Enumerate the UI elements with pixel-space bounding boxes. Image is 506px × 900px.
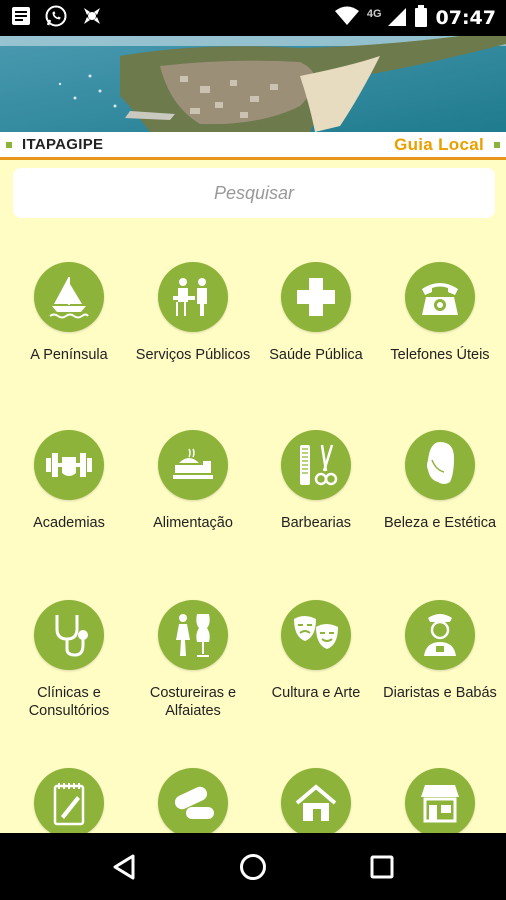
category-tile[interactable]: Diaristas e Babás [377, 600, 503, 702]
back-icon [113, 854, 135, 879]
brand-title: Guia Local [394, 134, 484, 154]
category-tile[interactable]: Telefones Úteis [377, 262, 503, 364]
category-tile[interactable]: Barbearias [253, 430, 379, 532]
search-box[interactable] [13, 168, 495, 218]
category-tile[interactable]: Costureiras e Alfaiates [130, 600, 256, 720]
category-tile[interactable]: Saúde Pública [253, 262, 379, 364]
message-icon [10, 5, 32, 32]
clock: 07:47 [435, 7, 496, 29]
category-tile[interactable]: Academias [6, 430, 132, 532]
category-label: Saúde Pública [269, 347, 363, 363]
telephone-icon [405, 262, 475, 332]
category-tile[interactable]: Cultura e Arte [253, 600, 379, 702]
category-tile[interactable]: Serviços Públicos [130, 262, 256, 364]
wifi-icon [334, 6, 359, 31]
mannequin-icon [158, 600, 228, 670]
recents-button[interactable] [362, 847, 402, 887]
category-label: Beleza e Estética [383, 515, 497, 531]
app-icon [80, 4, 104, 33]
category-label: Telefones Úteis [390, 347, 490, 363]
navigation-bar [0, 833, 506, 900]
comb-scissors-icon [281, 430, 351, 500]
house-icon [281, 768, 351, 838]
category-label: Barbearias [280, 515, 352, 531]
whatsapp-icon [44, 4, 68, 33]
food-icon [158, 430, 228, 500]
category-label: Costureiras e Alfaiates [149, 685, 237, 719]
category-label: A Península [30, 347, 108, 363]
category-tile[interactable]: Alimentação [130, 430, 256, 532]
sailboat-icon [34, 262, 104, 332]
category-label: Academias [33, 515, 105, 531]
place-title: ITAPAGIPE [22, 136, 104, 153]
recents-icon [370, 855, 394, 878]
health-cross-icon [281, 262, 351, 332]
notepad-icon [34, 768, 104, 838]
bullet-icon [6, 141, 12, 148]
battery-icon [414, 4, 428, 32]
theater-masks-icon [281, 600, 351, 670]
woman-profile-icon [405, 430, 475, 500]
search-input[interactable] [13, 182, 495, 204]
category-label: Clínicas e Consultórios [28, 685, 110, 719]
status-bar: 4G 07:47 [0, 0, 506, 36]
network-type: 4G [366, 8, 382, 20]
bullet-icon [494, 141, 500, 148]
signal-icon [386, 6, 406, 31]
stethoscope-icon [34, 600, 104, 670]
store-icon [405, 768, 475, 838]
dumbbell-icon [34, 430, 104, 500]
category-label: Cultura e Arte [271, 685, 361, 701]
category-tile[interactable]: A Península [6, 262, 132, 364]
category-label: Serviços Públicos [135, 347, 251, 363]
category-tile[interactable]: Beleza e Estética [377, 430, 503, 532]
pills-icon [158, 768, 228, 838]
category-label: Diaristas e Babás [383, 685, 497, 701]
home-button[interactable] [233, 847, 273, 887]
home-icon [239, 853, 266, 880]
maid-icon [405, 600, 475, 670]
category-tile[interactable]: Clínicas e Consultórios [6, 600, 132, 720]
app-screen: 4G 07:47 ITAPAGIPE Guia Local Pesquisar … [0, 0, 506, 900]
header-strip: ITAPAGIPE Guia Local [0, 132, 506, 160]
back-button[interactable] [104, 847, 144, 887]
category-label: Alimentação [153, 515, 233, 531]
banner-aerial-photo [0, 36, 506, 132]
public-services-icon [158, 262, 228, 332]
